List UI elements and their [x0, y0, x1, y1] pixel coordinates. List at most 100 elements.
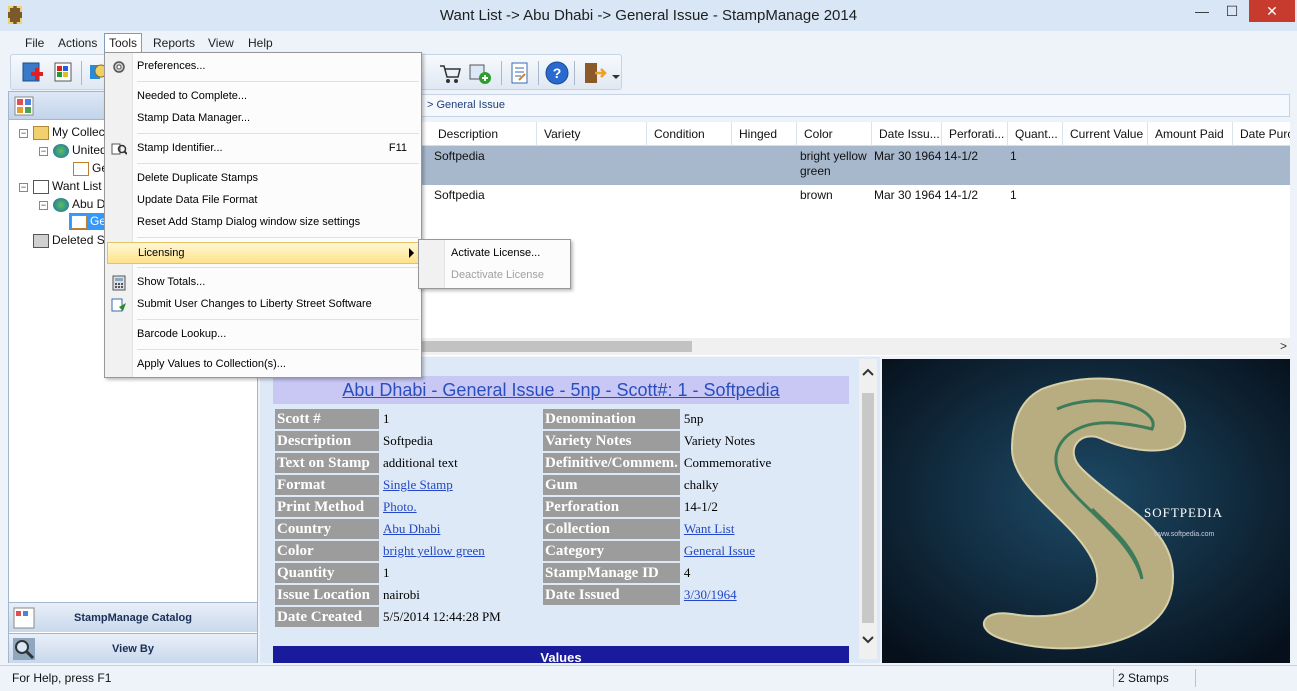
detail-label: Variety Notes	[543, 431, 680, 451]
menu-item-submit-changes[interactable]: Submit User Changes to Liberty Street So…	[107, 294, 419, 316]
column-header[interactable]: Perforati...	[949, 127, 1007, 141]
detail-label: StampManage ID	[543, 563, 680, 583]
detail-row: Format Single Stamp Gum chalky	[275, 475, 842, 495]
shopping-cart-icon[interactable]	[437, 60, 463, 86]
menu-item-stamp-data-manager[interactable]: Stamp Data Manager...	[107, 108, 419, 130]
menu-item-preferences[interactable]: Preferences...	[107, 56, 419, 78]
values-header: Values	[273, 646, 849, 663]
island-image	[882, 359, 1290, 663]
minimize-button[interactable]: —	[1187, 0, 1217, 22]
detail-value[interactable]: Abu Dhabi	[381, 519, 541, 539]
trash-icon	[33, 233, 49, 248]
status-help-text: For Help, press F1	[12, 671, 112, 685]
column-header[interactable]: Date Purc	[1240, 127, 1290, 141]
tree-expander[interactable]: −	[19, 129, 28, 138]
detail-label: Category	[543, 541, 680, 561]
detail-value[interactable]: General Issue	[681, 541, 842, 561]
catalog-nav-button[interactable]: StampManage Catalog	[9, 602, 257, 632]
detail-value: 1	[381, 409, 541, 429]
vertical-scrollbar[interactable]	[859, 359, 877, 659]
close-button[interactable]: ✕	[1249, 0, 1295, 22]
detail-row: Date Created 5/5/2014 12:44:28 PM	[275, 607, 842, 627]
menu-help[interactable]: Help	[243, 35, 278, 51]
detail-value[interactable]: Single Stamp	[381, 475, 541, 495]
column-header[interactable]: Amount Paid	[1155, 127, 1235, 141]
detail-label: Text on Stamp	[275, 453, 379, 473]
table-row[interactable]: Softpedia brown Mar 30 1964 14-1/2 1	[420, 185, 1290, 205]
menu-item-activate-license[interactable]: Activate License...	[451, 247, 540, 259]
tree-item-abu-dhabi[interactable]: Abu D	[53, 197, 105, 212]
menu-item-apply-values[interactable]: Apply Values to Collection(s)...	[107, 354, 419, 376]
calculator-icon	[112, 275, 126, 291]
detail-value: 14-1/2	[681, 497, 842, 517]
menu-item-licensing[interactable]: Licensing	[107, 242, 419, 264]
column-header[interactable]: Condition	[654, 127, 734, 141]
tree-item-general-issue-selected[interactable]: Ge	[69, 213, 109, 230]
cell-color: bright yellow green	[800, 149, 867, 178]
title-bar: Want List -> Abu Dhabi -> General Issue …	[0, 0, 1297, 31]
add-stamp-icon[interactable]	[19, 60, 45, 86]
detail-value[interactable]: Want List	[681, 519, 842, 539]
tree-item-my-collection[interactable]: My Collec	[33, 125, 105, 140]
tree-item-want-list[interactable]: Want List	[33, 179, 102, 194]
menu-tools[interactable]: Tools	[104, 33, 143, 52]
menu-actions[interactable]: Actions	[53, 35, 102, 51]
toolbar-overflow-icon[interactable]	[612, 75, 620, 79]
catalog-icon[interactable]	[13, 95, 35, 117]
cell-description: Softpedia	[434, 188, 485, 202]
tree-item-general-issue[interactable]: Ge	[73, 161, 108, 176]
report-icon[interactable]	[507, 60, 533, 86]
column-header[interactable]: Description	[438, 127, 538, 141]
status-stamp-count: 2 Stamps	[1118, 671, 1169, 685]
scrollbar-thumb[interactable]	[420, 341, 692, 352]
svg-text:?: ?	[553, 65, 562, 81]
detail-title-link[interactable]: Abu Dhabi - General Issue - 5np - Scott#…	[273, 376, 849, 404]
detail-row: Text on Stamp additional text Definitive/C…	[275, 453, 842, 473]
tree-item-deleted[interactable]: Deleted S	[33, 233, 105, 248]
add-to-cart-icon[interactable]	[467, 60, 493, 86]
color-stamp-icon[interactable]	[51, 60, 77, 86]
detail-label: Description	[275, 431, 379, 451]
column-header[interactable]: Color	[804, 127, 874, 141]
tree-expander[interactable]: −	[19, 183, 28, 192]
help-icon[interactable]: ?	[544, 60, 570, 86]
cell-perforation: 14-1/2	[944, 188, 979, 202]
detail-label: Perforation	[543, 497, 680, 517]
cell-date: Mar 30 1964	[874, 188, 942, 202]
list-icon	[33, 179, 49, 194]
menu-item-delete-duplicates[interactable]: Delete Duplicate Stamps	[107, 168, 419, 190]
menu-item-barcode-lookup[interactable]: Barcode Lookup...	[107, 324, 419, 346]
column-header[interactable]: Quant...	[1015, 127, 1065, 141]
column-header[interactable]: Date Issu...	[879, 127, 943, 141]
scroll-right-arrow-icon[interactable]: >	[1280, 339, 1287, 353]
tree-item-united[interactable]: United	[53, 143, 107, 158]
folder-icon	[33, 125, 49, 140]
column-header[interactable]: Current Value	[1070, 127, 1152, 141]
menu-reports[interactable]: Reports	[148, 35, 200, 51]
scroll-up-arrow-icon[interactable]	[862, 367, 874, 377]
horizontal-scrollbar[interactable]: >	[420, 338, 1290, 355]
maximize-button[interactable]: ☐	[1217, 0, 1247, 22]
view-by-nav-button[interactable]: View By	[9, 633, 257, 663]
menu-file[interactable]: File	[20, 35, 49, 51]
tree-expander[interactable]: −	[39, 147, 48, 156]
menu-item-update-data-file[interactable]: Update Data File Format	[107, 190, 419, 212]
detail-value[interactable]: bright yellow green	[381, 541, 541, 561]
menu-view[interactable]: View	[203, 35, 239, 51]
menu-item-deactivate-license: Deactivate License	[451, 269, 544, 281]
menu-item-show-totals[interactable]: Show Totals...	[107, 272, 419, 294]
breadcrumb: > General Issue ✕	[420, 94, 1290, 117]
menu-item-needed-to-complete[interactable]: Needed to Complete...	[107, 86, 419, 108]
detail-value[interactable]: 3/30/1964	[681, 585, 842, 605]
column-header[interactable]: Variety	[544, 127, 644, 141]
breadcrumb-text[interactable]: > General Issue	[427, 99, 505, 111]
exit-icon[interactable]	[581, 60, 607, 86]
detail-value[interactable]: Photo.	[381, 497, 541, 517]
scroll-down-arrow-icon[interactable]	[862, 635, 874, 645]
menu-item-stamp-identifier[interactable]: Stamp Identifier... F11	[107, 138, 419, 160]
table-row[interactable]: Softpedia bright yellow green Mar 30 196…	[420, 146, 1290, 185]
tree-expander[interactable]: −	[39, 201, 48, 210]
menu-item-reset-dialog[interactable]: Reset Add Stamp Dialog window size setti…	[107, 212, 419, 234]
column-header[interactable]: Hinged	[739, 127, 799, 141]
scrollbar-thumb[interactable]	[862, 393, 874, 623]
